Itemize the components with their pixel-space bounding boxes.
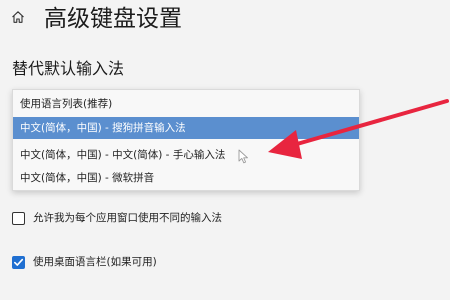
input-method-dropdown-list[interactable]: 使用语言列表(推荐) 中文(简体，中国) - 搜狗拼音输入法 中文(简体，中国)… xyxy=(12,89,360,191)
section-title: 替代默认输入法 xyxy=(12,59,125,78)
per-app-input-method-label: 允许我为每个应用窗口使用不同的输入法 xyxy=(33,212,222,224)
dropdown-option-shouxin[interactable]: 中文(简体，中国) - 中文(简体) - 手心输入法 xyxy=(13,144,359,166)
desktop-language-bar-option[interactable]: 使用桌面语言栏(如果可用) xyxy=(12,254,157,270)
dropdown-option-microsoft-pinyin[interactable]: 中文(简体，中国) - 微软拼音 xyxy=(13,167,359,189)
cut-off-link-text xyxy=(10,291,68,300)
desktop-language-bar-checkbox[interactable] xyxy=(12,255,25,269)
dropdown-option-language-list[interactable]: 使用语言列表(推荐) xyxy=(13,93,359,115)
home-icon xyxy=(12,11,24,23)
page-title: 高级键盘设置 xyxy=(44,6,182,32)
home-button[interactable] xyxy=(9,8,27,26)
checkmark-icon xyxy=(14,258,24,266)
dropdown-option-sogou-pinyin[interactable]: 中文(简体，中国) - 搜狗拼音输入法 xyxy=(13,117,359,139)
mouse-cursor-icon xyxy=(238,149,248,164)
per-app-input-method-option[interactable]: 允许我为每个应用窗口使用不同的输入法 xyxy=(12,210,222,226)
cut-off-link[interactable] xyxy=(10,291,68,300)
per-app-input-method-checkbox[interactable] xyxy=(12,211,25,225)
desktop-language-bar-label: 使用桌面语言栏(如果可用) xyxy=(33,256,157,268)
